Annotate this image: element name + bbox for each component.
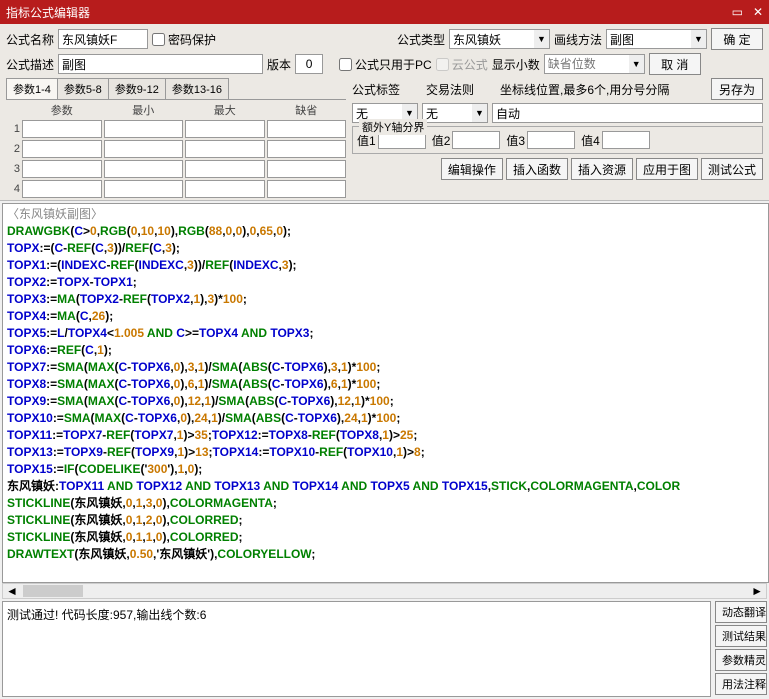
lbl-desc: 公式描述	[6, 56, 54, 73]
apply-button[interactable]: 应用于图	[636, 158, 698, 180]
editop-button[interactable]: 编辑操作	[441, 158, 503, 180]
param-col-hdr: 缺省	[267, 102, 347, 118]
param-row-num: 1	[6, 123, 20, 135]
ok-button[interactable]: 确 定	[711, 28, 763, 50]
scroll-left-icon[interactable]: ◄	[3, 584, 21, 598]
insfn-button[interactable]: 插入函数	[506, 158, 568, 180]
lbl-name: 公式名称	[6, 31, 54, 48]
param-cell[interactable]	[185, 120, 265, 138]
param-cell[interactable]	[22, 120, 102, 138]
param-cell[interactable]	[267, 180, 347, 198]
input-desc[interactable]	[58, 54, 263, 74]
lbl-pwd: 密码保护	[168, 31, 216, 48]
combo-type[interactable]	[449, 29, 534, 49]
combo-rule[interactable]	[422, 103, 472, 123]
param-row-num: 3	[6, 163, 20, 175]
param-cell[interactable]	[185, 160, 265, 178]
param-row-num: 2	[6, 143, 20, 155]
param-cell[interactable]	[104, 120, 184, 138]
chk-pconly[interactable]	[339, 58, 352, 71]
param-cell[interactable]	[267, 160, 347, 178]
lbl-extray: 额外Y轴分界	[359, 119, 427, 135]
chk-pwd[interactable]	[152, 33, 165, 46]
saveas-button[interactable]: 另存为	[711, 78, 763, 100]
cancel-button[interactable]: 取 消	[649, 53, 701, 75]
input-v4[interactable]	[602, 131, 650, 149]
lbl-dec: 显示小数	[492, 56, 540, 73]
param-cell[interactable]	[185, 140, 265, 158]
param-col-hdr: 最小	[104, 102, 184, 118]
chevron-down-icon[interactable]: ▼	[534, 29, 550, 49]
lbl-v4: 值4	[581, 132, 600, 149]
param-cell[interactable]	[22, 140, 102, 158]
input-name[interactable]	[58, 29, 148, 49]
param-row-num: 4	[6, 183, 20, 195]
param-cell[interactable]	[22, 180, 102, 198]
lbl-coord: 坐标线位置,最多6个,用分号分隔	[500, 81, 669, 98]
status-area: 测试通过! 代码长度:957,输出线个数:6	[2, 601, 711, 697]
param-tabs: 参数1-4参数5-8参数9-12参数13-16	[6, 78, 346, 100]
input-v2[interactable]	[452, 131, 500, 149]
window-title: 指标公式编辑器	[6, 4, 90, 21]
lbl-rule: 交易法则	[426, 81, 474, 98]
param-cell[interactable]	[267, 120, 347, 138]
param-grid: 参数最小最大缺省 1 2 3 4	[6, 102, 346, 198]
combo-linem[interactable]	[606, 29, 691, 49]
insres-button[interactable]: 插入资源	[571, 158, 633, 180]
scroll-right-icon[interactable]: ►	[748, 584, 766, 598]
form-panel: 公式名称 密码保护 公式类型 ▼ 画线方法 ▼ 确 定 公式描述 版本 公式只用…	[0, 24, 769, 201]
chevron-down-icon[interactable]: ▼	[629, 54, 645, 74]
param-tab[interactable]: 参数5-8	[57, 78, 109, 99]
chevron-down-icon[interactable]: ▼	[691, 29, 707, 49]
close-icon[interactable]: ✕	[753, 5, 763, 19]
input-ver[interactable]	[295, 54, 323, 74]
param-tab[interactable]: 参数13-16	[165, 78, 229, 99]
param-cell[interactable]	[185, 180, 265, 198]
chk-cloud	[436, 58, 449, 71]
param-cell[interactable]	[22, 160, 102, 178]
minimize-icon[interactable]: ▭	[732, 5, 743, 19]
param-cell[interactable]	[104, 160, 184, 178]
combo-dec[interactable]	[544, 54, 629, 74]
scroll-thumb[interactable]	[23, 585, 83, 597]
test-button[interactable]: 测试公式	[701, 158, 763, 180]
yaxis-group: 额外Y轴分界 值1 值2 值3 值4	[352, 126, 763, 154]
param-col-hdr: 参数	[22, 102, 102, 118]
param-block: 参数1-4参数5-8参数9-12参数13-16 参数最小最大缺省 1 2 3 4	[6, 78, 346, 198]
paramw-button[interactable]: 参数精灵	[715, 649, 767, 671]
dyntr-button[interactable]: 动态翻译	[715, 601, 767, 623]
chevron-down-icon[interactable]: ▼	[472, 103, 488, 123]
titlebar: 指标公式编辑器 ▭ ✕	[0, 0, 769, 24]
lbl-ver: 版本	[267, 56, 291, 73]
lbl-linem: 画线方法	[554, 31, 602, 48]
param-col-hdr: 最大	[185, 102, 265, 118]
lbl-tag: 公式标签	[352, 81, 400, 98]
param-tab[interactable]: 参数9-12	[108, 78, 166, 99]
param-cell[interactable]	[104, 140, 184, 158]
testres-button[interactable]: 测试结果	[715, 625, 767, 647]
input-coord[interactable]	[492, 103, 763, 123]
param-cell[interactable]	[104, 180, 184, 198]
lbl-v2: 值2	[432, 132, 451, 149]
input-v3[interactable]	[527, 131, 575, 149]
h-scrollbar[interactable]: ◄►	[2, 583, 767, 599]
param-cell[interactable]	[267, 140, 347, 158]
lbl-v3: 值3	[506, 132, 525, 149]
param-tab[interactable]: 参数1-4	[6, 78, 58, 99]
lbl-cloud: 云公式	[452, 56, 488, 73]
lbl-type: 公式类型	[397, 31, 445, 48]
code-editor[interactable]: 〈东风镇妖副图〉DRAWGBK(C>0,RGB(0,10,10),RGB(88,…	[2, 203, 769, 583]
lbl-pconly: 公式只用于PC	[355, 56, 432, 73]
usage-button[interactable]: 用法注释	[715, 673, 767, 695]
